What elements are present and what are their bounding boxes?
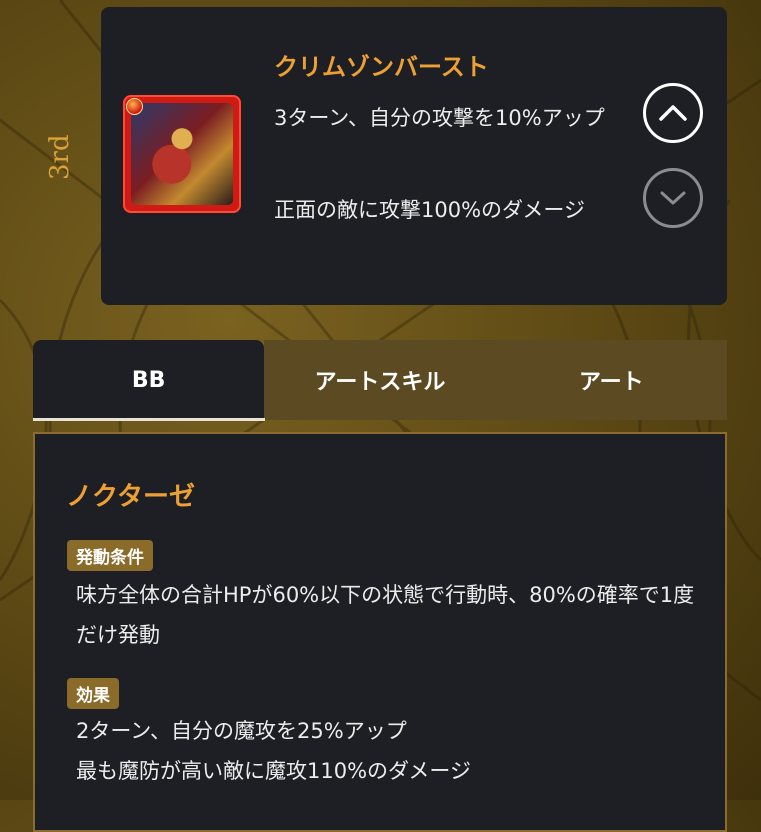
condition-text: 味方全体の合計HPが60%以下の状態で行動時、80%の確率で1度だけ発動 (76, 583, 695, 647)
chevron-down-icon (660, 191, 686, 205)
tab-art[interactable]: アート (495, 340, 727, 420)
tab-bar: BB アートスキル アート (33, 340, 727, 420)
skill-title: クリムゾンバースト (274, 53, 489, 81)
fire-element-icon (126, 98, 143, 115)
unit-art (131, 103, 233, 205)
chevron-up-icon (659, 105, 687, 121)
scroll-down-button[interactable] (643, 168, 703, 228)
skill-effect-1: 3ターン、自分の攻撃を10%アップ (274, 106, 605, 130)
bb-name: ノクターゼ (66, 482, 195, 512)
bb-panel: ノクターゼ 発動条件 味方全体の合計HPが60%以下の状態で行動時、80%の確率… (33, 432, 727, 832)
effect-text-1: 2ターン、自分の魔攻を25%アップ (76, 719, 407, 743)
scroll-up-button[interactable] (643, 83, 703, 143)
skill-effect-2: 正面の敵に攻撃100%のダメージ (274, 198, 585, 222)
tab-art-skill[interactable]: アートスキル (264, 340, 496, 420)
tab-bb[interactable]: BB (33, 340, 265, 420)
skill-unit-icon (123, 95, 241, 213)
effect-text-2: 最も魔防が高い敵に魔攻110%のダメージ (76, 759, 471, 783)
skill-card: クリムゾンバースト 3ターン、自分の攻撃を10%アップ 正面の敵に攻撃100%の… (101, 7, 727, 305)
rank-label: 3rd (45, 134, 75, 180)
effect-badge: 効果 (67, 678, 119, 709)
active-tab-indicator (33, 418, 265, 421)
condition-badge: 発動条件 (67, 540, 153, 571)
